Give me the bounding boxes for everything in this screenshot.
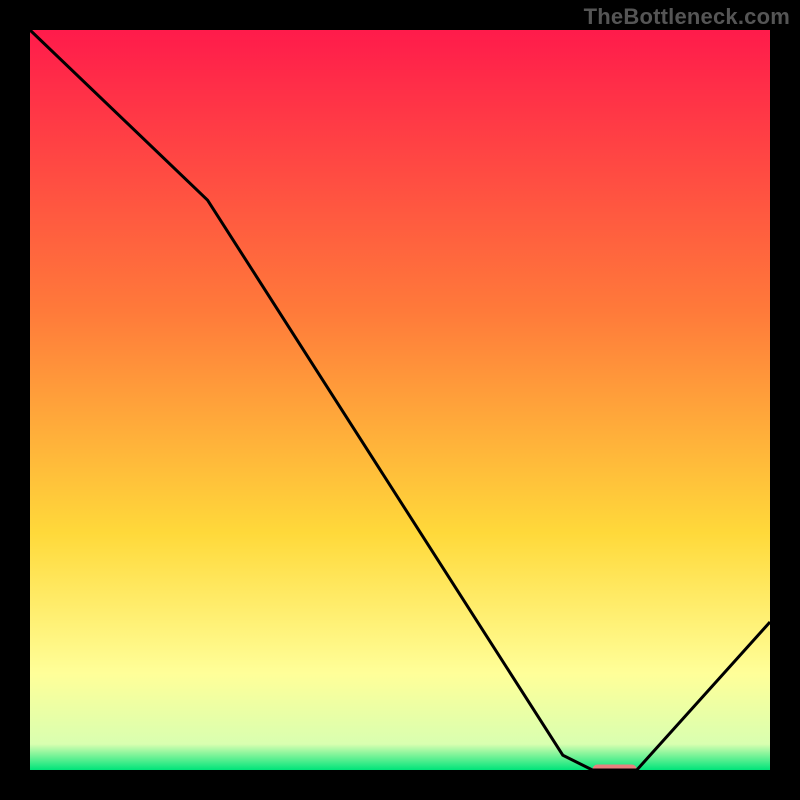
plot-area: [30, 30, 770, 770]
attribution-text: TheBottleneck.com: [584, 4, 790, 30]
plot-svg: [30, 30, 770, 770]
chart-stage: TheBottleneck.com: [0, 0, 800, 800]
gradient-background: [30, 30, 770, 770]
